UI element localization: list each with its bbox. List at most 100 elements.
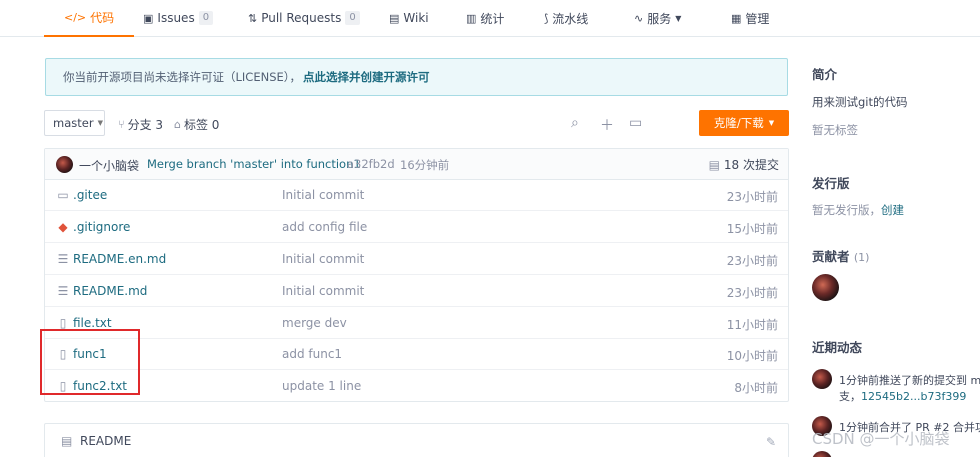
create-release-link[interactable]: 创建 — [881, 203, 904, 217]
latest-commit-bar: 一个小脑袋 Merge branch 'master' into functio… — [45, 149, 788, 180]
pulse-icon: ∿ — [634, 11, 644, 25]
contributor-avatar[interactable] — [812, 274, 839, 301]
tags-link[interactable]: ⌂ 标签 0 — [174, 116, 219, 133]
add-file-icon[interactable]: ＋ — [600, 115, 614, 135]
tab-label: 管理 — [745, 11, 770, 26]
branches-link[interactable]: ⑂ 分支 3 — [118, 116, 163, 133]
book-icon: ☰ — [57, 252, 69, 266]
file-name[interactable]: README.md — [73, 284, 147, 298]
readme-title: README — [80, 434, 132, 448]
file-name[interactable]: README.en.md — [73, 252, 166, 266]
release-heading: 发行版 — [812, 176, 850, 191]
commit-sha[interactable]: a32fb2d — [347, 157, 395, 171]
file-row[interactable]: ☰ README.md Initial commit 23小时前 — [45, 276, 788, 307]
tab-pipeline[interactable]: ⟆ 流水线 — [544, 0, 588, 36]
edit-icon[interactable]: ✎ — [766, 435, 776, 449]
activity-line-detail: 支，12545b2...b73f399 — [839, 388, 966, 404]
file-row[interactable]: ◆ .gitignore add config file 15小时前 — [45, 212, 788, 243]
file-commit-message[interactable]: Initial commit — [282, 252, 364, 266]
file-time: 10小时前 — [726, 349, 778, 363]
file-name[interactable]: .gitignore — [73, 220, 130, 234]
commit-range-link[interactable]: 12545b2...b73f399 — [861, 390, 966, 403]
file-row[interactable]: ▯ file.txt merge dev 11小时前 — [45, 308, 788, 339]
book-icon: ☰ — [57, 284, 69, 298]
tab-label: 服务 — [647, 11, 672, 26]
tab-label: 代码 — [90, 11, 115, 25]
file-time: 23小时前 — [726, 190, 778, 204]
tab-stats[interactable]: ▥ 统计 — [466, 0, 504, 36]
clone-label: 克隆/下载 — [713, 116, 764, 130]
file-commit-message[interactable]: add func1 — [282, 347, 342, 361]
annotation-highlight-box — [40, 329, 140, 395]
branch-icon: ⑂ — [118, 118, 125, 131]
clone-download-button[interactable]: 克隆/下载 ▼ — [699, 110, 789, 136]
license-notice-text: 你当前开源项目尚未选择许可证（LICENSE）， — [63, 70, 302, 84]
file-name[interactable]: file.txt — [73, 316, 112, 330]
avatar[interactable] — [56, 156, 73, 173]
file-time: 23小时前 — [726, 286, 778, 300]
intro-text: 用来测试git的代码 — [812, 95, 908, 109]
branch-name: master — [53, 116, 94, 130]
settings-doc-icon: ▦ — [731, 11, 742, 25]
avatar[interactable] — [812, 451, 832, 457]
file-row[interactable]: ☰ README.en.md Initial commit 23小时前 — [45, 244, 788, 275]
commits-icon: ▤ — [708, 157, 720, 172]
tab-label: 流水线 — [552, 11, 589, 26]
tab-manage[interactable]: ▦ 管理 — [731, 0, 769, 36]
activity-branch-suffix: 支， — [839, 390, 861, 403]
watermark: CSDN @一个小脑袋 — [812, 430, 950, 448]
branch-select[interactable]: master ▼ — [44, 110, 105, 136]
commit-count: 18 次提交 — [723, 158, 779, 172]
file-commit-message[interactable]: Initial commit — [282, 188, 364, 202]
file-commit-message[interactable]: update 1 line — [282, 379, 361, 393]
tab-label: 统计 — [480, 11, 505, 26]
tab-issues[interactable]: ▣ Issues 0 — [143, 0, 214, 36]
file-commit-message[interactable]: add config file — [282, 220, 367, 234]
file-time: 11小时前 — [726, 318, 778, 332]
no-release-text: 暂无发行版， — [812, 203, 881, 217]
tab-label: Pull Requests — [261, 11, 342, 25]
web-ide-icon[interactable]: ▭ — [629, 115, 642, 131]
readme-panel: ▤ README ✎ — [44, 423, 789, 457]
tab-label: Wiki — [403, 11, 429, 25]
contributors-count: (1) — [853, 251, 870, 264]
file-commit-message[interactable]: Initial commit — [282, 284, 364, 298]
pr-count-badge: 0 — [345, 11, 360, 25]
create-license-link[interactable]: 点此选择并创建开源许可 — [303, 69, 430, 85]
tab-wiki[interactable]: ▤ Wiki — [389, 0, 429, 36]
issues-icon: ▣ — [143, 11, 154, 25]
file-row[interactable]: ▯ func1 add func1 10小时前 — [45, 339, 788, 370]
file-list: 一个小脑袋 Merge branch 'master' into functio… — [44, 148, 789, 402]
file-icon: ▯ — [59, 316, 67, 330]
intro-heading: 简介 — [812, 67, 838, 82]
commit-message[interactable]: Merge branch 'master' into function1 — [147, 157, 361, 171]
caret-down-icon: ▼ — [768, 119, 775, 127]
tag-icon: ⌂ — [174, 118, 181, 131]
repo-nav-tabs: </> 代码 ▣ Issues 0 ⇅ Pull Requests 0 ▤ Wi… — [0, 0, 980, 37]
commit-author[interactable]: 一个小脑袋 — [79, 157, 139, 174]
tab-code[interactable]: </> 代码 — [44, 0, 135, 37]
issues-count-badge: 0 — [198, 11, 214, 25]
search-icon[interactable]: ⌕ — [571, 115, 579, 131]
file-time: 8小时前 — [734, 381, 778, 395]
commit-time: 16分钟前 — [400, 158, 450, 172]
wiki-icon: ▤ — [389, 11, 400, 25]
contributors-title: 贡献者 — [812, 249, 850, 264]
file-commit-message[interactable]: merge dev — [282, 316, 347, 330]
file-row[interactable]: ▭ .gitee Initial commit 23小时前 — [45, 180, 788, 211]
pipeline-icon: ⟆ — [544, 11, 549, 25]
git-icon: ◆ — [58, 220, 68, 234]
file-row[interactable]: ▯ func2.txt update 1 line 8小时前 — [45, 371, 788, 402]
avatar[interactable] — [812, 369, 832, 389]
commit-count-link[interactable]: ▤ 18 次提交 — [709, 156, 779, 173]
tab-pull-requests[interactable]: ⇅ Pull Requests 0 — [248, 0, 360, 36]
pull-request-icon: ⇅ — [248, 11, 258, 25]
no-tags-text: 暂无标签 — [812, 123, 858, 137]
branches-count: 分支 3 — [127, 118, 164, 132]
tags-count: 标签 0 — [183, 118, 220, 132]
tab-services[interactable]: ∿ 服务 ▼ — [634, 0, 681, 36]
release-info: 暂无发行版，创建 — [812, 202, 904, 218]
file-time: 15小时前 — [726, 222, 778, 236]
activity-heading: 近期动态 — [812, 340, 863, 355]
file-name[interactable]: .gitee — [73, 188, 107, 202]
